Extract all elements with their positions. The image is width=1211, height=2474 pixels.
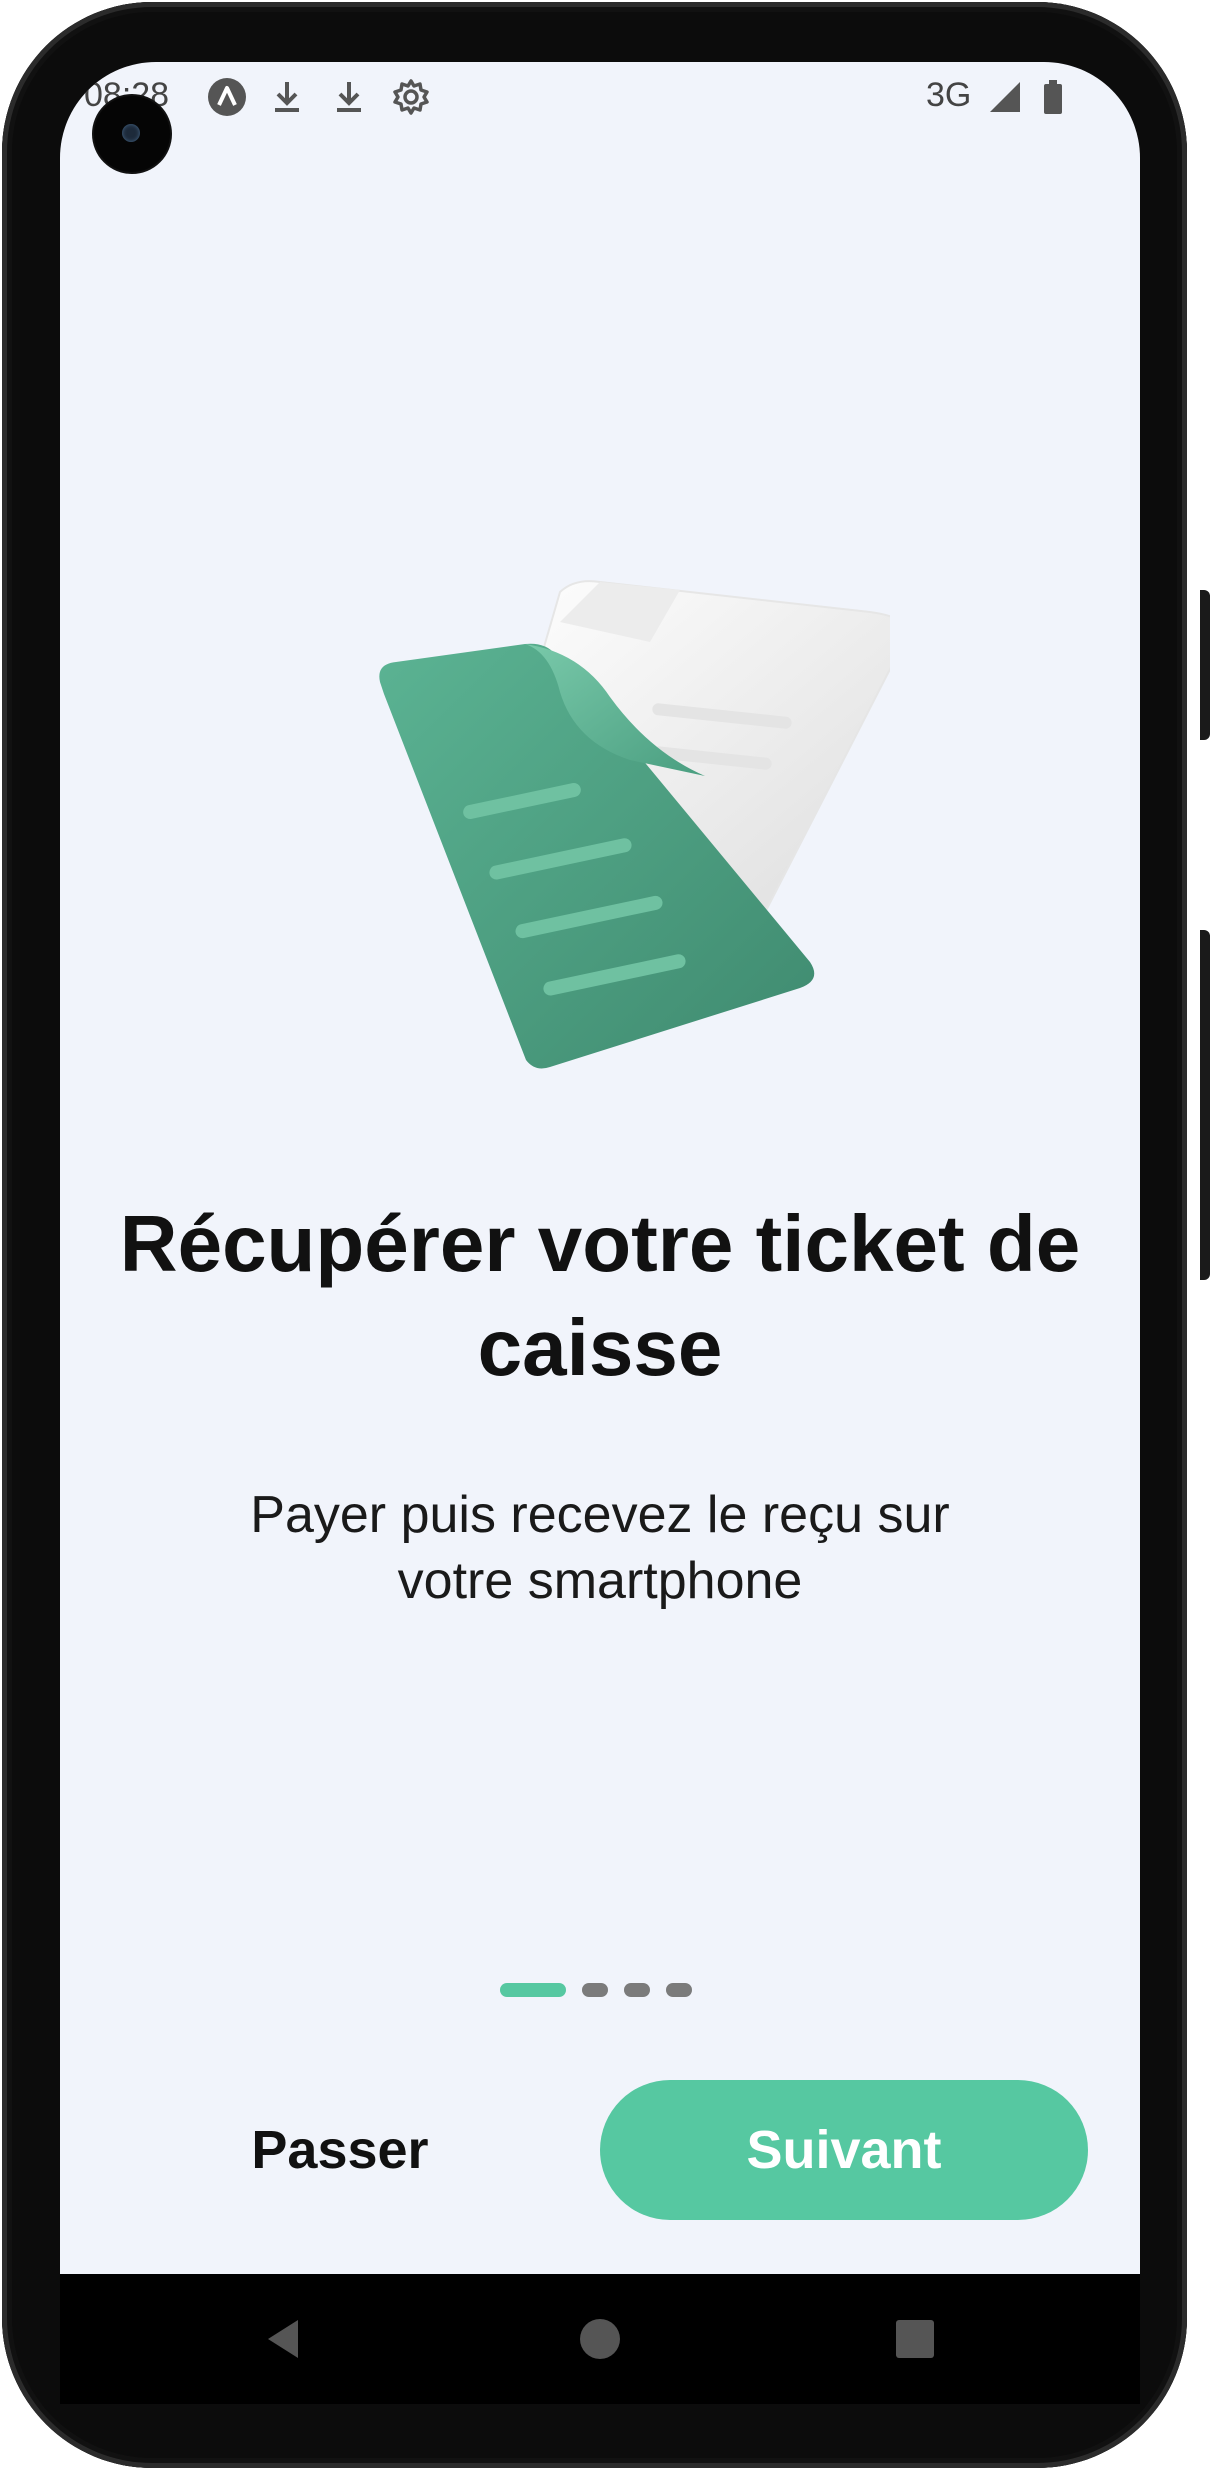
- skip-button[interactable]: Passer: [220, 2080, 460, 2220]
- receipt-documents-illustration: [379, 580, 890, 1069]
- page-indicator-dot: [582, 1983, 608, 1997]
- navigation-bar: [60, 2274, 1140, 2404]
- signal-icon: [984, 76, 1026, 118]
- status-bar: 08:28 3G: [60, 62, 1140, 132]
- page-indicator-dot: [624, 1983, 650, 1997]
- home-circle-icon[interactable]: [575, 2314, 625, 2364]
- network-type: 3G: [926, 76, 972, 114]
- page-title: Récupérer votre ticket de caisse: [119, 1199, 1081, 1392]
- back-triangle-icon[interactable]: [260, 2314, 310, 2364]
- next-button[interactable]: Suivant: [600, 2080, 1088, 2220]
- phone-device: 08:28 3G Récupérer votre ticket de caiss…: [0, 0, 1211, 2474]
- download-icon: [328, 76, 370, 118]
- volume-button: [1200, 930, 1210, 1280]
- app-a-icon: [206, 76, 248, 118]
- page-indicator-dot-active: [500, 1983, 566, 1997]
- settings-gear-icon: [390, 76, 432, 118]
- front-camera: [94, 96, 170, 172]
- page-indicator-dot: [666, 1983, 692, 1997]
- app-screen: 08:28 3G Récupérer votre ticket de caiss…: [60, 62, 1140, 2274]
- power-button: [1200, 590, 1210, 740]
- battery-icon: [1032, 76, 1074, 118]
- page-indicator: [500, 1982, 692, 1998]
- download-icon: [266, 76, 308, 118]
- recents-square-icon[interactable]: [890, 2314, 940, 2364]
- page-subtitle: Payer puis recevez le reçu sur votre sma…: [250, 1486, 950, 1610]
